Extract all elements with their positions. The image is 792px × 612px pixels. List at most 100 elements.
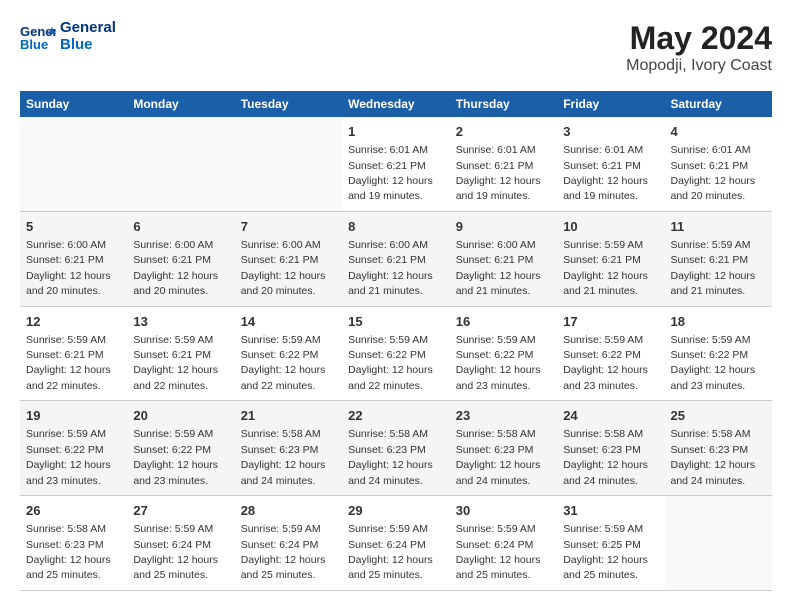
day-number: 7 (241, 218, 336, 236)
week-row-4: 19 Sunrise: 5:59 AM Sunset: 6:22 PM Dayli… (20, 401, 772, 496)
day-info: Sunrise: 5:59 AM Sunset: 6:21 PM Dayligh… (671, 239, 756, 297)
week-row-3: 12 Sunrise: 5:59 AM Sunset: 6:21 PM Dayli… (20, 306, 772, 401)
calendar-cell: 3Sunrise: 6:01 AM Sunset: 6:21 PM Daylig… (557, 117, 664, 211)
calendar-cell: 28Sunrise: 5:59 AM Sunset: 6:24 PM Dayli… (235, 496, 342, 591)
calendar-table: SundayMondayTuesdayWednesdayThursdayFrid… (20, 91, 772, 591)
calendar-cell: 20 Sunrise: 5:59 AM Sunset: 6:22 PM Dayli… (127, 401, 234, 496)
page-subtitle: Mopodji, Ivory Coast (626, 57, 772, 75)
day-info: Sunrise: 6:01 AM Sunset: 6:21 PM Dayligh… (671, 144, 756, 202)
day-info: Sunrise: 5:59 AM Sunset: 6:24 PM Dayligh… (348, 523, 433, 581)
header-tuesday: Tuesday (235, 91, 342, 117)
day-number: 21 (241, 407, 336, 425)
calendar-cell: 31Sunrise: 5:59 AM Sunset: 6:25 PM Dayli… (557, 496, 664, 591)
day-info: Sunrise: 5:59 AM Sunset: 6:21 PM Dayligh… (26, 334, 111, 392)
day-info: Sunrise: 6:01 AM Sunset: 6:21 PM Dayligh… (348, 144, 433, 202)
calendar-cell: 25 Sunrise: 5:58 AM Sunset: 6:23 PM Dayli… (665, 401, 773, 496)
calendar-cell: 17 Sunrise: 5:59 AM Sunset: 6:22 PM Dayli… (557, 306, 664, 401)
day-number: 2 (456, 123, 551, 141)
calendar-cell: 18Sunrise: 5:59 AM Sunset: 6:22 PM Dayli… (665, 306, 773, 401)
day-number: 15 (348, 313, 444, 331)
calendar-cell: 26 Sunrise: 5:58 AM Sunset: 6:23 PM Dayli… (20, 496, 127, 591)
day-number: 13 (133, 313, 228, 331)
day-info: Sunrise: 5:59 AM Sunset: 6:21 PM Dayligh… (563, 239, 648, 297)
svg-text:Blue: Blue (20, 37, 48, 52)
day-number: 19 (26, 407, 121, 425)
header-monday: Monday (127, 91, 234, 117)
day-number: 17 (563, 313, 658, 331)
header-thursday: Thursday (450, 91, 557, 117)
calendar-cell: 19 Sunrise: 5:59 AM Sunset: 6:22 PM Dayli… (20, 401, 127, 496)
day-number: 11 (671, 218, 767, 236)
day-info: Sunrise: 5:59 AM Sunset: 6:22 PM Dayligh… (241, 334, 326, 392)
calendar-cell: 24 Sunrise: 5:58 AM Sunset: 6:23 PM Dayli… (557, 401, 664, 496)
day-info: Sunrise: 5:59 AM Sunset: 6:22 PM Dayligh… (133, 428, 218, 486)
day-info: Sunrise: 5:59 AM Sunset: 6:22 PM Dayligh… (348, 334, 433, 392)
day-number: 29 (348, 502, 444, 520)
header-wednesday: Wednesday (342, 91, 450, 117)
day-info: Sunrise: 5:58 AM Sunset: 6:23 PM Dayligh… (241, 428, 326, 486)
header-sunday: Sunday (20, 91, 127, 117)
calendar-cell: 10Sunrise: 5:59 AM Sunset: 6:21 PM Dayli… (557, 211, 664, 306)
day-info: Sunrise: 6:00 AM Sunset: 6:21 PM Dayligh… (26, 239, 111, 297)
day-number: 16 (456, 313, 551, 331)
calendar-cell: 9 Sunrise: 6:00 AM Sunset: 6:21 PM Daylig… (450, 211, 557, 306)
calendar-cell: 27 Sunrise: 5:59 AM Sunset: 6:24 PM Dayli… (127, 496, 234, 591)
day-number: 4 (671, 123, 767, 141)
day-info: Sunrise: 5:59 AM Sunset: 6:24 PM Dayligh… (241, 523, 326, 581)
calendar-cell: 5Sunrise: 6:00 AM Sunset: 6:21 PM Daylig… (20, 211, 127, 306)
calendar-cell (20, 117, 127, 211)
calendar-cell: 23Sunrise: 5:58 AM Sunset: 6:23 PM Dayli… (450, 401, 557, 496)
day-number: 20 (133, 407, 228, 425)
page-header: General Blue General Blue May 2024 Mopod… (20, 20, 772, 75)
week-row-1: 1Sunrise: 6:01 AM Sunset: 6:21 PM Daylig… (20, 117, 772, 211)
day-info: Sunrise: 5:58 AM Sunset: 6:23 PM Dayligh… (563, 428, 648, 486)
calendar-cell: 6 Sunrise: 6:00 AM Sunset: 6:21 PM Daylig… (127, 211, 234, 306)
day-number: 25 (671, 407, 767, 425)
day-number: 6 (133, 218, 228, 236)
day-number: 22 (348, 407, 444, 425)
logo-icon: General Blue (20, 22, 56, 52)
day-number: 26 (26, 502, 121, 520)
header-row: SundayMondayTuesdayWednesdayThursdayFrid… (20, 91, 772, 117)
day-info: Sunrise: 6:00 AM Sunset: 6:21 PM Dayligh… (133, 239, 218, 297)
calendar-cell: 14 Sunrise: 5:59 AM Sunset: 6:22 PM Dayli… (235, 306, 342, 401)
day-info: Sunrise: 5:59 AM Sunset: 6:24 PM Dayligh… (456, 523, 541, 581)
calendar-cell (235, 117, 342, 211)
calendar-cell: 12 Sunrise: 5:59 AM Sunset: 6:21 PM Dayli… (20, 306, 127, 401)
day-info: Sunrise: 5:58 AM Sunset: 6:23 PM Dayligh… (671, 428, 756, 486)
page-title: May 2024 (626, 20, 772, 57)
calendar-cell (665, 496, 773, 591)
calendar-cell: 11 Sunrise: 5:59 AM Sunset: 6:21 PM Dayli… (665, 211, 773, 306)
calendar-cell: 30 Sunrise: 5:59 AM Sunset: 6:24 PM Dayli… (450, 496, 557, 591)
day-number: 8 (348, 218, 444, 236)
day-number: 27 (133, 502, 228, 520)
day-number: 31 (563, 502, 658, 520)
day-info: Sunrise: 6:00 AM Sunset: 6:21 PM Dayligh… (241, 239, 326, 297)
header-friday: Friday (557, 91, 664, 117)
calendar-cell: 2Sunrise: 6:01 AM Sunset: 6:21 PM Daylig… (450, 117, 557, 211)
day-info: Sunrise: 5:59 AM Sunset: 6:22 PM Dayligh… (563, 334, 648, 392)
day-info: Sunrise: 5:59 AM Sunset: 6:24 PM Dayligh… (133, 523, 218, 581)
calendar-cell: 4 Sunrise: 6:01 AM Sunset: 6:21 PM Daylig… (665, 117, 773, 211)
calendar-cell: 8 Sunrise: 6:00 AM Sunset: 6:21 PM Daylig… (342, 211, 450, 306)
calendar-cell: 21 Sunrise: 5:58 AM Sunset: 6:23 PM Dayli… (235, 401, 342, 496)
day-number: 3 (563, 123, 658, 141)
day-number: 18 (671, 313, 767, 331)
day-info: Sunrise: 5:59 AM Sunset: 6:22 PM Dayligh… (456, 334, 541, 392)
day-number: 24 (563, 407, 658, 425)
week-row-2: 5Sunrise: 6:00 AM Sunset: 6:21 PM Daylig… (20, 211, 772, 306)
day-number: 30 (456, 502, 551, 520)
logo-blue: Blue (60, 37, 116, 54)
day-info: Sunrise: 5:59 AM Sunset: 6:22 PM Dayligh… (26, 428, 111, 486)
day-number: 14 (241, 313, 336, 331)
day-number: 12 (26, 313, 121, 331)
calendar-cell: 13Sunrise: 5:59 AM Sunset: 6:21 PM Dayli… (127, 306, 234, 401)
week-row-5: 26 Sunrise: 5:58 AM Sunset: 6:23 PM Dayli… (20, 496, 772, 591)
logo-general: General (60, 20, 116, 37)
day-info: Sunrise: 5:58 AM Sunset: 6:23 PM Dayligh… (26, 523, 111, 581)
header-saturday: Saturday (665, 91, 773, 117)
day-number: 9 (456, 218, 551, 236)
day-info: Sunrise: 6:00 AM Sunset: 6:21 PM Dayligh… (348, 239, 433, 297)
calendar-cell (127, 117, 234, 211)
day-info: Sunrise: 6:00 AM Sunset: 6:21 PM Dayligh… (456, 239, 541, 297)
